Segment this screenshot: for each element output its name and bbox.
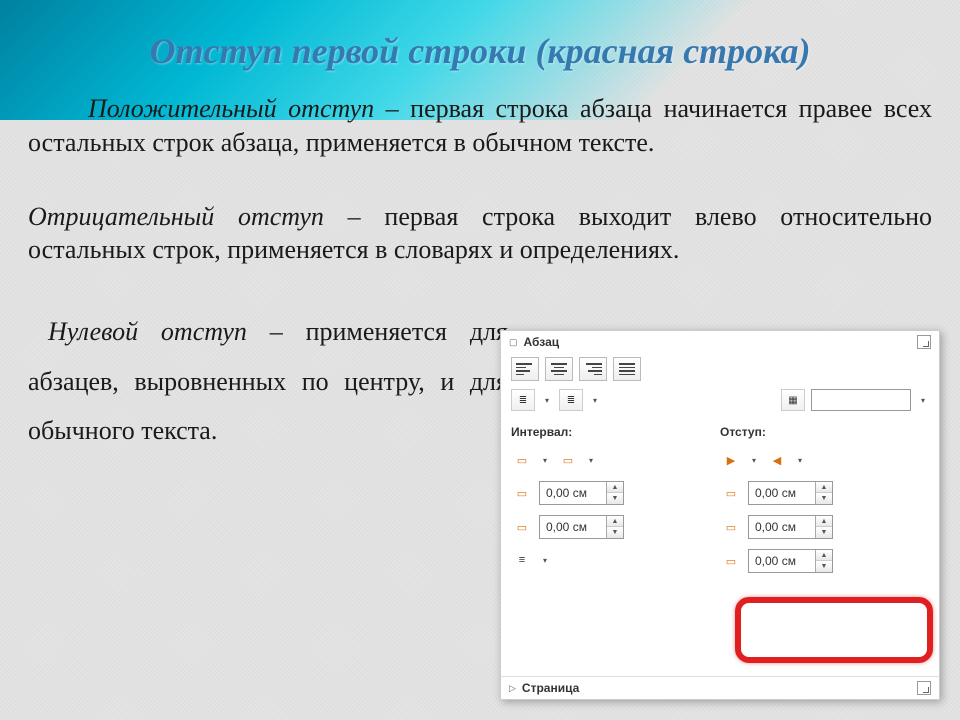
line-spacing-icon[interactable]: ≡ <box>511 549 533 571</box>
number-list-button[interactable]: ≣ <box>559 389 583 411</box>
align-right-button[interactable] <box>579 357 607 381</box>
term-zero: Нулевой отступ <box>48 317 247 346</box>
label-indent: Отступ: <box>720 425 929 439</box>
collapse-icon: ▢ <box>509 337 518 348</box>
dialog-launcher-icon[interactable] <box>917 681 931 695</box>
spacing-before-row: ▭ 0,00 см ▲▼ <box>511 481 720 505</box>
list-row: ≣ ▾ ≣ ▾ ▦ ▾ <box>501 385 939 415</box>
spinner-up-icon[interactable]: ▲ <box>816 550 832 561</box>
alignment-row <box>501 353 939 385</box>
dropdown-icon[interactable]: ▾ <box>794 456 806 465</box>
indent-left-icon: ▭ <box>720 482 742 504</box>
first-line-indent-value: 0,00 см <box>749 550 815 572</box>
term-positive: Положительный отступ <box>88 94 374 123</box>
dropdown-icon[interactable]: ▾ <box>748 456 760 465</box>
spinner-up-icon[interactable]: ▲ <box>816 516 832 527</box>
first-line-indent-icon: ▭ <box>720 550 742 572</box>
indent-left-value: 0,00 см <box>749 482 815 504</box>
spacing-after-icon: ▭ <box>511 516 533 538</box>
bg-color-input[interactable] <box>811 389 911 411</box>
paragraph-panel: ▢ Абзац ≣ ▾ ≣ ▾ ▦ ▾ Интервал: Отступ: ▭ … <box>500 330 940 700</box>
spacing-above-icon[interactable]: ▭ <box>511 449 533 471</box>
labels-row: Интервал: Отступ: <box>501 415 939 443</box>
indent-right-icon: ▭ <box>720 516 742 538</box>
bg-color-button[interactable]: ▦ <box>781 389 805 411</box>
spacing-after-row: ▭ 0,00 см ▲▼ <box>511 515 720 539</box>
indent-left-input[interactable]: 0,00 см ▲▼ <box>748 481 833 505</box>
spinner-down-icon[interactable]: ▼ <box>607 493 623 504</box>
panel-title-paragraph: Абзац <box>524 335 917 349</box>
spacing-after-input[interactable]: 0,00 см ▲▼ <box>539 515 624 539</box>
decrease-indent-icon[interactable]: ◀ <box>766 449 788 471</box>
align-left-button[interactable] <box>511 357 539 381</box>
dropdown-icon[interactable]: ▾ <box>541 396 553 405</box>
increase-indent-icon[interactable]: ▶ <box>720 449 742 471</box>
first-line-indent-input[interactable]: 0,00 см ▲▼ <box>748 549 833 573</box>
spinner-down-icon[interactable]: ▼ <box>816 493 832 504</box>
paragraph-positive: Положительный отступ – первая строка абз… <box>28 92 932 160</box>
indent-left-row: ▭ 0,00 см ▲▼ <box>720 481 929 505</box>
paragraph-zero: Нулевой отступ – применяется для абзацев… <box>28 307 508 455</box>
spinner-up-icon[interactable]: ▲ <box>816 482 832 493</box>
indent-right-value: 0,00 см <box>749 516 815 538</box>
first-line-indent-row: ▭ 0,00 см ▲▼ <box>720 549 929 573</box>
bullet-list-button[interactable]: ≣ <box>511 389 535 411</box>
indent-icons-row: ▶ ▾ ◀ ▾ <box>720 449 929 471</box>
spacing-before-icon: ▭ <box>511 482 533 504</box>
indent-column: ▶ ▾ ◀ ▾ ▭ 0,00 см ▲▼ ▭ 0,00 см ▲▼ <box>720 443 929 573</box>
interval-icons-row: ▭ ▾ ▭ ▾ <box>511 449 720 471</box>
dialog-launcher-icon[interactable] <box>917 335 931 349</box>
label-interval: Интервал: <box>511 425 720 439</box>
fields-columns: ▭ ▾ ▭ ▾ ▭ 0,00 см ▲▼ ▭ 0,00 см ▲▼ <box>501 443 939 573</box>
dropdown-icon[interactable]: ▾ <box>589 396 601 405</box>
dropdown-icon[interactable]: ▾ <box>539 456 551 465</box>
spinner-down-icon[interactable]: ▼ <box>816 561 832 572</box>
paragraph-negative: Отрицательный отступ – первая строка вых… <box>28 200 932 268</box>
dropdown-icon[interactable]: ▾ <box>539 556 551 565</box>
align-justify-button[interactable] <box>613 357 641 381</box>
panel-title-page: Страница <box>522 681 917 695</box>
spinner-up-icon[interactable]: ▲ <box>607 482 623 493</box>
spacing-below-icon[interactable]: ▭ <box>557 449 579 471</box>
expand-icon: ▷ <box>509 683 516 694</box>
indent-right-row: ▭ 0,00 см ▲▼ <box>720 515 929 539</box>
red-highlight <box>735 597 933 663</box>
dropdown-icon[interactable]: ▾ <box>585 456 597 465</box>
dropdown-icon[interactable]: ▾ <box>917 396 929 405</box>
indent-right-input[interactable]: 0,00 см ▲▼ <box>748 515 833 539</box>
spinner-down-icon[interactable]: ▼ <box>607 527 623 538</box>
line-spacing-row: ≡ ▾ <box>511 549 720 571</box>
slide-title: Отступ первой строки (красная строка) <box>28 30 932 72</box>
term-negative: Отрицательный отступ <box>28 202 324 231</box>
interval-column: ▭ ▾ ▭ ▾ ▭ 0,00 см ▲▼ ▭ 0,00 см ▲▼ <box>511 443 720 573</box>
spacing-before-value: 0,00 см <box>540 482 606 504</box>
spacing-before-input[interactable]: 0,00 см ▲▼ <box>539 481 624 505</box>
align-center-button[interactable] <box>545 357 573 381</box>
spinner-down-icon[interactable]: ▼ <box>816 527 832 538</box>
panel-header-paragraph[interactable]: ▢ Абзац <box>501 331 939 353</box>
spinner-up-icon[interactable]: ▲ <box>607 516 623 527</box>
panel-header-page[interactable]: ▷ Страница <box>501 676 939 699</box>
spacing-after-value: 0,00 см <box>540 516 606 538</box>
